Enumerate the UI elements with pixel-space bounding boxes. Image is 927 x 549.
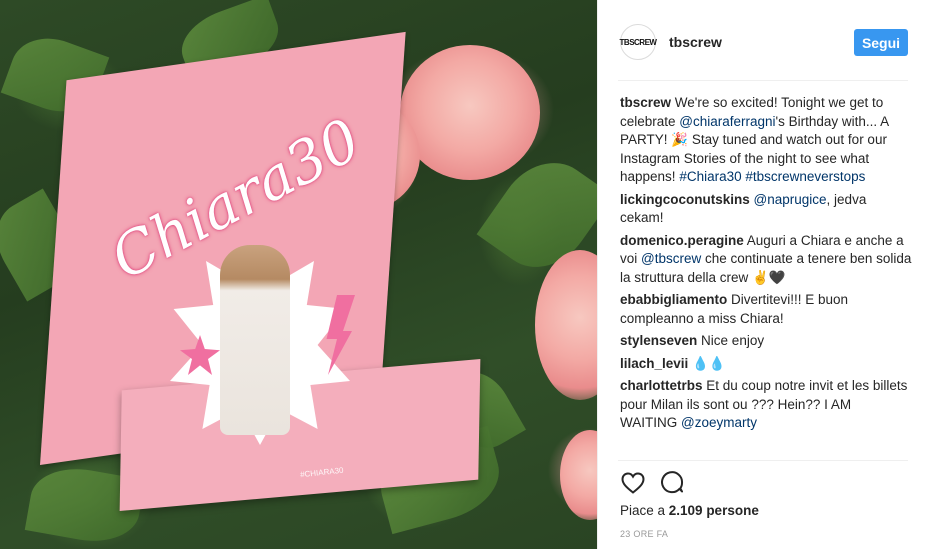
comment-item: ebabbigliamento Divertitevi!!! E buon co…: [620, 291, 912, 328]
comment-text: 💧💧: [688, 355, 726, 371]
comment-item: stylenseven Nice enjoy: [620, 332, 912, 351]
like-button[interactable]: [620, 470, 646, 496]
header-divider: [618, 80, 908, 81]
comment-username[interactable]: charlottetrbs: [620, 378, 703, 393]
comment-item: tbscrew We're so excited! Tonight we get…: [620, 94, 912, 187]
mention-link[interactable]: @zoeymarty: [681, 415, 757, 430]
comment-username[interactable]: tbscrew: [620, 95, 671, 110]
account-username[interactable]: tbscrew: [669, 34, 722, 50]
mention-link[interactable]: @chiaraferragni: [679, 114, 775, 129]
avatar[interactable]: TBSCREW: [619, 24, 657, 60]
comment-item: charlottetrbs Et du coup notre invit et …: [620, 377, 912, 433]
comment-button[interactable]: [660, 470, 686, 496]
footer-divider: [618, 460, 908, 461]
avatar-logo-text: TBSCREW: [619, 37, 657, 47]
comment-username[interactable]: domenico.peragine: [620, 233, 744, 248]
comment-item: domenico.peragine Auguri a Chiara e anch…: [620, 232, 912, 288]
hashtag-link[interactable]: #tbscrewneverstops: [745, 169, 865, 184]
post-sidebar: TBSCREW tbscrew Segui tbscrew We're so e…: [597, 0, 927, 549]
comment-icon: [661, 471, 684, 494]
likes-prefix: Piace a: [620, 503, 669, 518]
post-header: TBSCREW tbscrew Segui: [598, 0, 927, 80]
comment-username[interactable]: lilach_levii: [620, 356, 688, 371]
hashtag-link[interactable]: #Chiara30: [679, 169, 741, 184]
mention-link[interactable]: @tbscrew: [641, 251, 701, 266]
post-timestamp[interactable]: 23 ORE FA: [620, 529, 668, 539]
likes-count[interactable]: Piace a 2.109 persone: [620, 503, 759, 518]
rose-flower: [535, 250, 597, 400]
card-figure: [220, 245, 290, 435]
comment-username[interactable]: lickingcoconutskins: [620, 192, 750, 207]
action-bar: [620, 470, 686, 496]
comment-item: lickingcoconutskins @naprugice, jedva ce…: [620, 191, 912, 228]
popup-card: Chiara30 #CHIARA30: [30, 31, 500, 512]
follow-button[interactable]: Segui: [854, 29, 908, 56]
comments-list: tbscrew We're so excited! Tonight we get…: [620, 94, 912, 437]
post-image[interactable]: Chiara30 #CHIARA30: [0, 0, 597, 549]
comment-username[interactable]: ebabbigliamento: [620, 292, 727, 307]
comment-item: lilach_levii 💧💧: [620, 355, 912, 374]
comment-text: Nice enjoy: [697, 333, 765, 348]
likes-number[interactable]: 2.109 persone: [669, 503, 759, 518]
mention-link[interactable]: @naprugice: [754, 192, 827, 207]
comment-username[interactable]: stylenseven: [620, 333, 697, 348]
rose-flower: [560, 430, 597, 520]
heart-icon: [621, 472, 645, 494]
